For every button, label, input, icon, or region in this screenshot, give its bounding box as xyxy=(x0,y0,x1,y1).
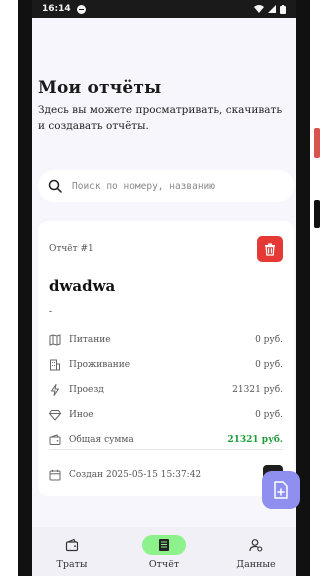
user-settings-icon xyxy=(249,539,263,552)
building-icon xyxy=(49,359,61,371)
expense-row-food: Питание 0 руб. xyxy=(49,333,283,347)
expense-row-total: Общая сумма 21321 руб. xyxy=(49,433,283,447)
report-description: - xyxy=(49,307,53,317)
side-button-volume xyxy=(314,200,320,228)
nav-icon-wrap xyxy=(50,535,94,555)
wallet-icon xyxy=(49,434,61,446)
wallet-icon xyxy=(65,538,79,552)
create-report-button[interactable] xyxy=(262,471,300,509)
page-title: Мои отчёты xyxy=(38,78,162,98)
expense-label: Общая сумма xyxy=(69,435,134,445)
device-frame: 16:14 Мои отчёты Здесь вы можете просмат… xyxy=(0,0,324,576)
expense-value: 0 руб. xyxy=(255,335,283,345)
report-card[interactable]: Отчёт #1 dwadwa - Питание 0 руб. Прожива… xyxy=(38,221,294,496)
expense-label: Питание xyxy=(69,335,111,345)
delete-report-button[interactable] xyxy=(257,236,283,262)
report-title: dwadwa xyxy=(49,277,116,295)
created-timestamp: Создан 2025-05-15 15:37:42 xyxy=(69,470,202,480)
nav-label: Траты xyxy=(56,559,88,570)
map-icon xyxy=(49,334,61,346)
search-bar[interactable] xyxy=(38,170,294,202)
status-time: 16:14 xyxy=(42,4,71,14)
expense-row-lodging: Проживание 0 руб. xyxy=(49,358,283,372)
expense-value: 0 руб. xyxy=(255,360,283,370)
expense-value: 0 руб. xyxy=(255,410,283,420)
total-value: 21321 руб. xyxy=(227,435,283,445)
page-subtitle: Здесь вы можете просматривать, скачивать… xyxy=(38,104,283,132)
status-bar: 16:14 xyxy=(32,0,296,18)
search-input[interactable] xyxy=(70,179,274,193)
phone-screen: 16:14 Мои отчёты Здесь вы можете просмат… xyxy=(18,0,310,576)
nav-data[interactable]: Данные xyxy=(216,535,296,570)
nav-icon-wrap xyxy=(142,535,186,555)
signal-icon xyxy=(268,5,276,13)
dnd-icon xyxy=(76,4,86,14)
lightning-icon xyxy=(49,384,61,396)
nav-report[interactable]: Отчёт xyxy=(124,535,204,570)
side-button-power xyxy=(314,128,320,158)
report-number: Отчёт #1 xyxy=(49,244,94,254)
battery-icon xyxy=(280,4,286,14)
diamond-icon xyxy=(49,409,61,421)
nav-expenses[interactable]: Траты xyxy=(32,535,112,570)
calendar-icon xyxy=(49,469,61,481)
wifi-icon xyxy=(254,5,264,13)
expense-row-other: Иное 0 руб. xyxy=(49,408,283,422)
expense-row-travel: Проезд 21321 руб. xyxy=(49,383,283,397)
add-document-icon xyxy=(274,481,288,499)
expense-label: Проживание xyxy=(69,360,131,370)
nav-icon-wrap xyxy=(234,535,278,555)
expense-label: Иное xyxy=(69,410,94,420)
search-icon xyxy=(48,179,62,193)
nav-label: Данные xyxy=(236,559,276,570)
nav-label: Отчёт xyxy=(148,559,180,570)
created-row: Создан 2025-05-15 15:37:42 xyxy=(49,465,283,485)
report-icon xyxy=(159,539,169,551)
bottom-navigation: Траты Отчёт Данные xyxy=(32,527,296,576)
expense-value: 21321 руб. xyxy=(232,385,283,395)
card-divider xyxy=(49,449,283,450)
trash-icon xyxy=(265,243,275,256)
expense-label: Проезд xyxy=(69,385,104,395)
